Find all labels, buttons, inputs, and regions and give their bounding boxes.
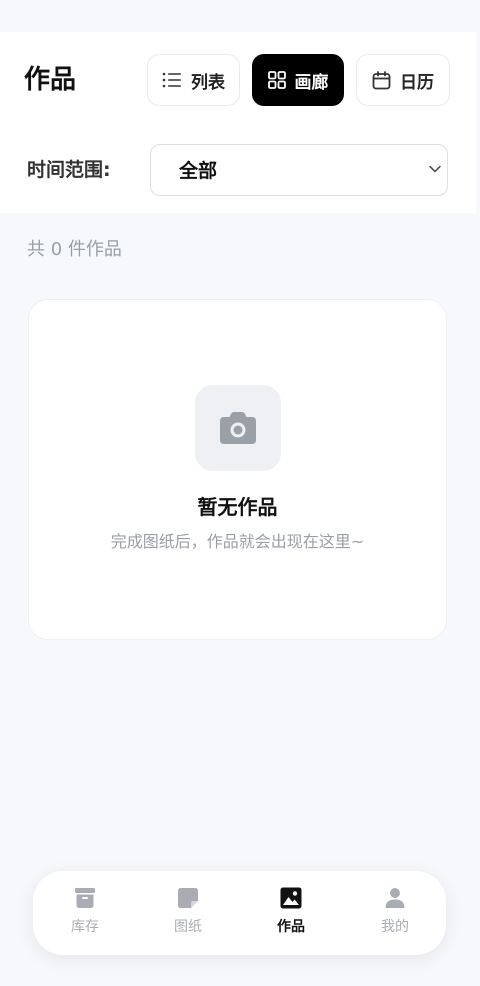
gallery-view-button[interactable]: 画廊 bbox=[252, 54, 344, 106]
tab-mine[interactable]: 我的 bbox=[355, 883, 435, 947]
tab-drawings-label: 图纸 bbox=[174, 919, 202, 935]
header: 作品 列表 画廊 日历 时间范围: 全部 bbox=[0, 32, 476, 213]
image-icon bbox=[280, 887, 302, 909]
time-range-label: 时间范围: bbox=[27, 159, 111, 181]
works-count: 共 0 件作品 bbox=[27, 239, 122, 260]
calendar-view-label: 日历 bbox=[400, 72, 434, 93]
gallery-view-label: 画廊 bbox=[294, 72, 329, 93]
calendar-icon bbox=[372, 70, 391, 89]
time-range-value: 全部 bbox=[179, 160, 218, 182]
list-view-label: 列表 bbox=[191, 72, 225, 93]
empty-state-title: 暂无作品 bbox=[197, 495, 278, 519]
empty-state-card: 暂无作品 完成图纸后，作品就会出现在这里~ bbox=[28, 299, 447, 640]
tab-works[interactable]: 作品 bbox=[251, 883, 331, 947]
box-icon bbox=[75, 888, 95, 908]
note-icon bbox=[178, 888, 198, 908]
page-title: 作品 bbox=[24, 65, 77, 95]
tab-drawings[interactable]: 图纸 bbox=[148, 883, 228, 947]
time-range-select[interactable]: 全部 bbox=[150, 144, 448, 196]
list-view-button[interactable]: 列表 bbox=[147, 54, 240, 106]
tab-mine-label: 我的 bbox=[381, 919, 409, 935]
person-icon bbox=[385, 888, 405, 908]
tab-storage[interactable]: 库存 bbox=[45, 883, 125, 947]
empty-state-subtitle: 完成图纸后，作品就会出现在这里~ bbox=[110, 532, 365, 551]
grid-icon bbox=[267, 71, 286, 89]
chevron-down-icon bbox=[429, 165, 441, 173]
camera-icon bbox=[220, 412, 256, 444]
bottom-tab-bar: 库存 图纸 作品 我的 bbox=[33, 871, 446, 955]
empty-icon-container bbox=[195, 385, 281, 471]
tab-storage-label: 库存 bbox=[71, 919, 99, 935]
calendar-view-button[interactable]: 日历 bbox=[356, 54, 450, 106]
list-icon bbox=[162, 72, 181, 88]
tab-works-label: 作品 bbox=[277, 919, 305, 935]
